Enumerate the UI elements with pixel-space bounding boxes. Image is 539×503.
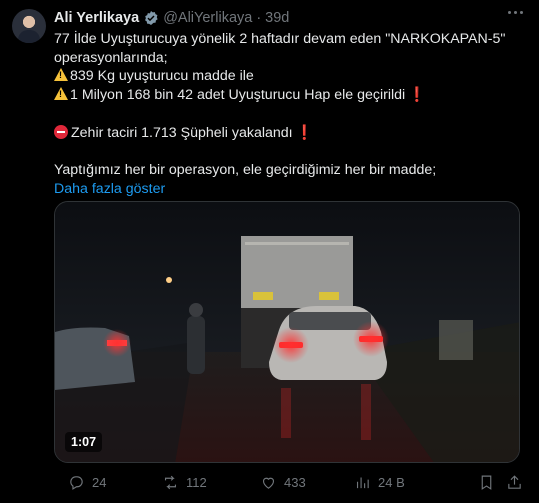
views-button[interactable]: 24 B [354, 474, 405, 491]
avatar[interactable] [12, 9, 46, 43]
tweet-line-1: 77 İlde Uyuşturucuya yönelik 2 haftadır … [54, 31, 506, 47]
reply-button[interactable]: 24 [68, 474, 106, 491]
like-button[interactable]: 433 [260, 474, 306, 491]
views-count: 24 B [378, 475, 405, 490]
verified-badge-icon [143, 10, 159, 26]
warning-icon [54, 86, 68, 100]
author-handle[interactable]: @AliYerlikaya [163, 10, 252, 26]
separator-dot: · [256, 10, 262, 26]
tweet-line-5-text: Zehir taciri 1.713 Şüpheli yakalandı [71, 124, 293, 141]
tweet-line-4: 1 Milyon 168 bin 42 adet Uyuşturucu Hap … [54, 86, 524, 105]
show-more-link[interactable]: Daha fazla göster [54, 180, 524, 199]
share-button[interactable] [506, 474, 523, 491]
reply-count: 24 [92, 475, 107, 490]
author-name[interactable]: Ali Yerlikaya [54, 10, 139, 26]
tweet-header: Ali Yerlikaya @AliYerlikaya · 39d [54, 8, 289, 28]
video-duration: 1:07 [65, 432, 103, 452]
video-frame [55, 202, 519, 462]
action-bar: 24 112 433 24 B [54, 474, 524, 494]
video-player[interactable]: 1:07 [54, 201, 520, 463]
tweet-line-3-text: 839 Kg uyuşturucu madde ile [70, 68, 254, 85]
like-count: 433 [284, 475, 306, 490]
exclamation-icon: ❗ [295, 124, 314, 141]
tweet-line-4-text: 1 Milyon 168 bin 42 adet Uyuşturucu Hap … [70, 86, 406, 103]
more-dots-icon[interactable] [508, 11, 523, 14]
tweet-line-5: Zehir taciri 1.713 Şüpheli yakalandı ❗ [54, 123, 524, 143]
tweet-text: 77 İlde Uyuşturucuya yönelik 2 haftadır … [54, 30, 524, 198]
exclamation-icon: ❗ [408, 86, 426, 103]
tweet[interactable]: Ali Yerlikaya @AliYerlikaya · 39d 77 İld… [0, 0, 539, 503]
repost-icon [164, 475, 177, 490]
tweet-line-2: operasyonlarında; [54, 49, 168, 66]
heart-icon [262, 477, 275, 489]
repost-button[interactable]: 112 [162, 474, 207, 491]
post-time[interactable]: 39d [265, 10, 289, 26]
reply-icon [70, 476, 83, 490]
bookmark-button[interactable] [478, 474, 495, 491]
warning-icon [54, 68, 68, 82]
share-icon [508, 475, 521, 489]
repost-count: 112 [186, 475, 207, 490]
tweet-line-3: 839 Kg uyuşturucu madde ile [54, 67, 524, 86]
no-entry-icon [54, 124, 68, 139]
views-chart-icon [356, 477, 369, 489]
tweet-line-6: Yaptığımız her bir operasyon, ele geçird… [54, 162, 437, 179]
bookmark-icon [481, 475, 492, 490]
